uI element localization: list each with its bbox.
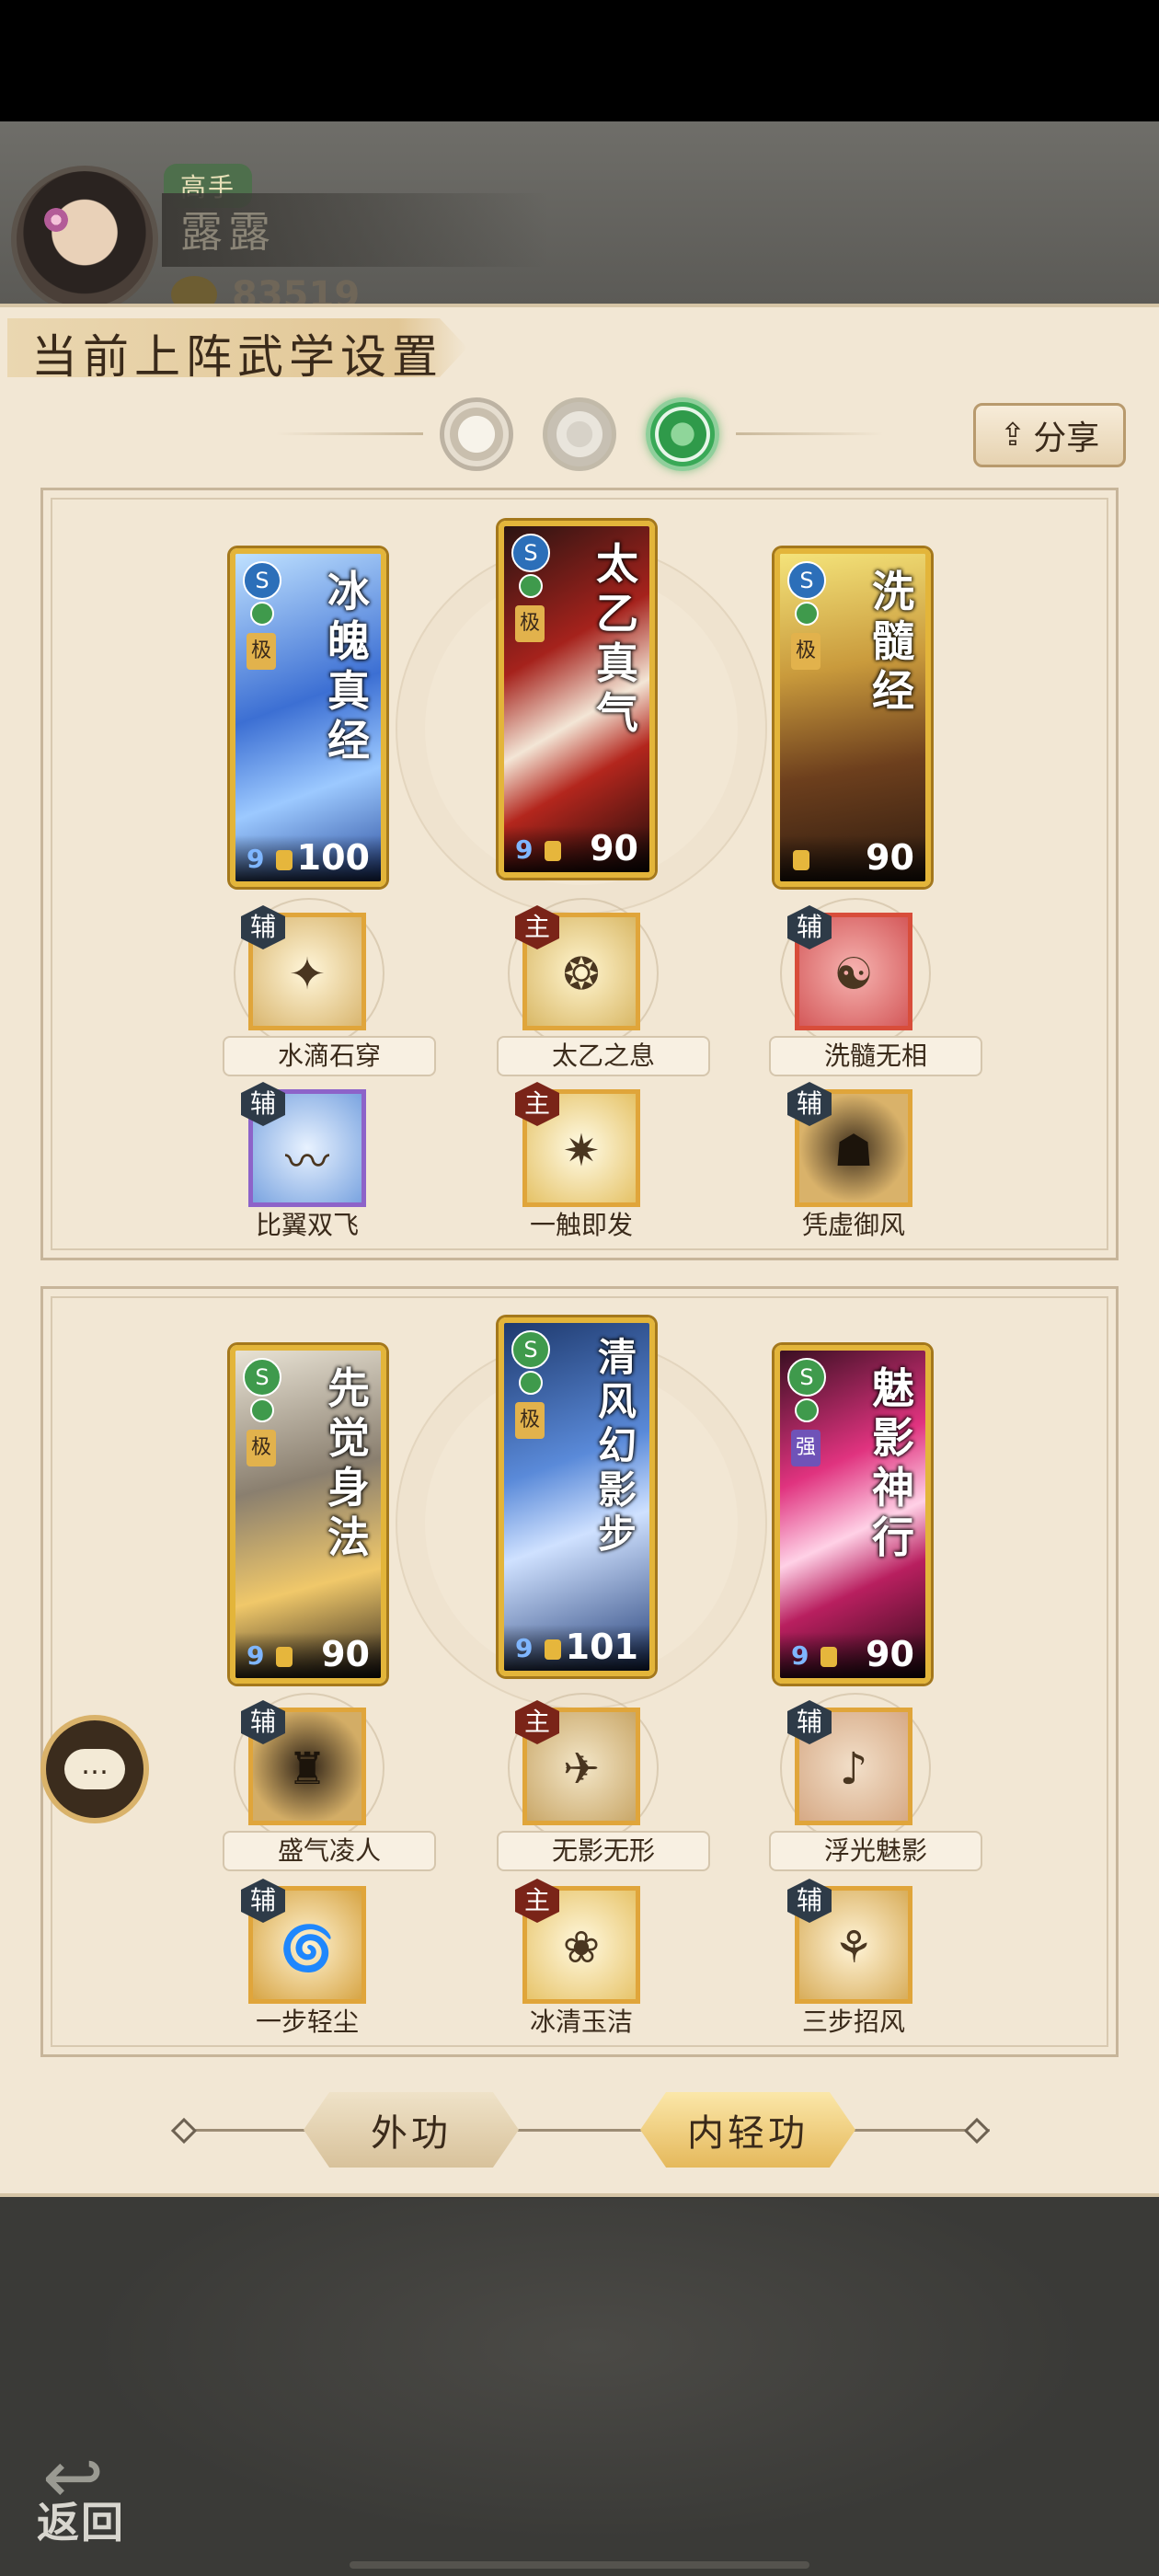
school-badge: S [243,1358,281,1397]
tab-outer-skill[interactable]: 外功 [304,2092,519,2168]
orb-divider-left [276,432,423,435]
skill-level: 101 [565,1627,638,1667]
skill-card[interactable]: S 极 清风幻影步 9 101 [499,1317,655,1676]
ability-label: 浮光魅影 [769,1831,982,1871]
ability-label: 洗髓无相 [769,1036,982,1076]
tab-divider [180,2129,990,2132]
school-badge: S [511,1330,550,1369]
ability-label: 凭虚御风 [801,1210,905,1240]
skill-level: 90 [866,1634,914,1674]
share-button[interactable]: ⇪ 分享 [973,403,1126,467]
skill-card[interactable]: S 极 先觉身法 9 90 [230,1345,386,1684]
ability-label: 比翼双飞 [255,1210,359,1240]
element-dot [250,602,274,626]
skill-name: 魅影神行 [872,1363,914,1562]
share-label: 分享 [1033,420,1100,457]
skill-card[interactable]: S 强 魅影神行 9 90 [775,1345,931,1684]
fist-icon [276,850,293,870]
sun-icon[interactable] [543,397,616,471]
leaf-icon[interactable] [646,397,719,471]
grade-badge: 极 [247,633,276,670]
skill-level: 90 [590,828,638,868]
skill-level: 90 [321,1634,370,1674]
skill-name: 洗髓经 [872,567,914,716]
school-badge: S [787,561,826,600]
fist-icon [820,1647,837,1667]
tab-inner-skill[interactable]: 内轻功 [640,2092,855,2168]
ability-label: 无影无形 [497,1831,710,1871]
star-count: 9 [515,834,534,865]
skill-name: 冰魄真经 [327,567,370,765]
element-dot [795,602,819,626]
ability-label: 一步轻尘 [255,2007,359,2037]
status-bar [0,0,1159,121]
element-dot [519,1371,543,1395]
player-avatar[interactable] [11,166,158,313]
element-dot [795,1398,819,1422]
moon-icon[interactable] [440,397,513,471]
fist-icon [276,1647,293,1667]
ability-label: 水滴石穿 [223,1036,436,1076]
back-label: 返回 [37,2498,125,2547]
fist-icon [545,841,561,861]
skill-card[interactable]: S 极 冰魄真经 9 100 [230,548,386,887]
skill-level: 100 [296,837,370,878]
skill-card[interactable]: S 极 太乙真气 9 90 [499,521,655,878]
grade-badge: 极 [515,1402,545,1439]
chat-button[interactable]: … [40,1715,149,1823]
school-badge: S [511,534,550,572]
orb-divider-right [736,432,883,435]
ability-label: 三步招风 [801,2007,905,2037]
ability-label: 太乙之息 [497,1036,710,1076]
player-name: 露露 [180,207,276,257]
back-button[interactable]: ↩ 返回 [33,2429,153,2548]
skill-name: 太乙真气 [596,539,638,738]
skill-card[interactable]: S 极 洗髓经 90 [775,548,931,887]
grade-badge: 极 [791,633,820,670]
share-icon: ⇪ [999,417,1027,454]
hair-flower-icon [44,208,68,232]
element-dot [250,1398,274,1422]
home-indicator[interactable] [350,2561,809,2569]
skill-name: 先觉身法 [327,1363,370,1562]
panel-title: 当前上阵武学设置 [31,330,443,384]
school-badge: S [243,561,281,600]
ability-label: 冰清玉洁 [529,2007,633,2037]
school-badge: S [787,1358,826,1397]
skill-name: 清风幻影步 [597,1335,637,1557]
ability-label: 一触即发 [529,1210,633,1240]
skill-level: 90 [866,837,914,878]
background-bottom [0,2199,1159,2576]
grade-badge: 强 [791,1430,820,1466]
star-count: 9 [247,1640,265,1671]
star-count: 9 [247,844,265,874]
fist-icon [545,1639,561,1660]
star-count: 9 [791,1640,809,1671]
grade-badge: 极 [247,1430,276,1466]
chat-icon: … [64,1749,125,1789]
element-dot [519,574,543,598]
fist-icon [793,850,809,870]
ability-label: 盛气凌人 [223,1831,436,1871]
star-count: 9 [515,1633,534,1663]
grade-badge: 极 [515,605,545,642]
